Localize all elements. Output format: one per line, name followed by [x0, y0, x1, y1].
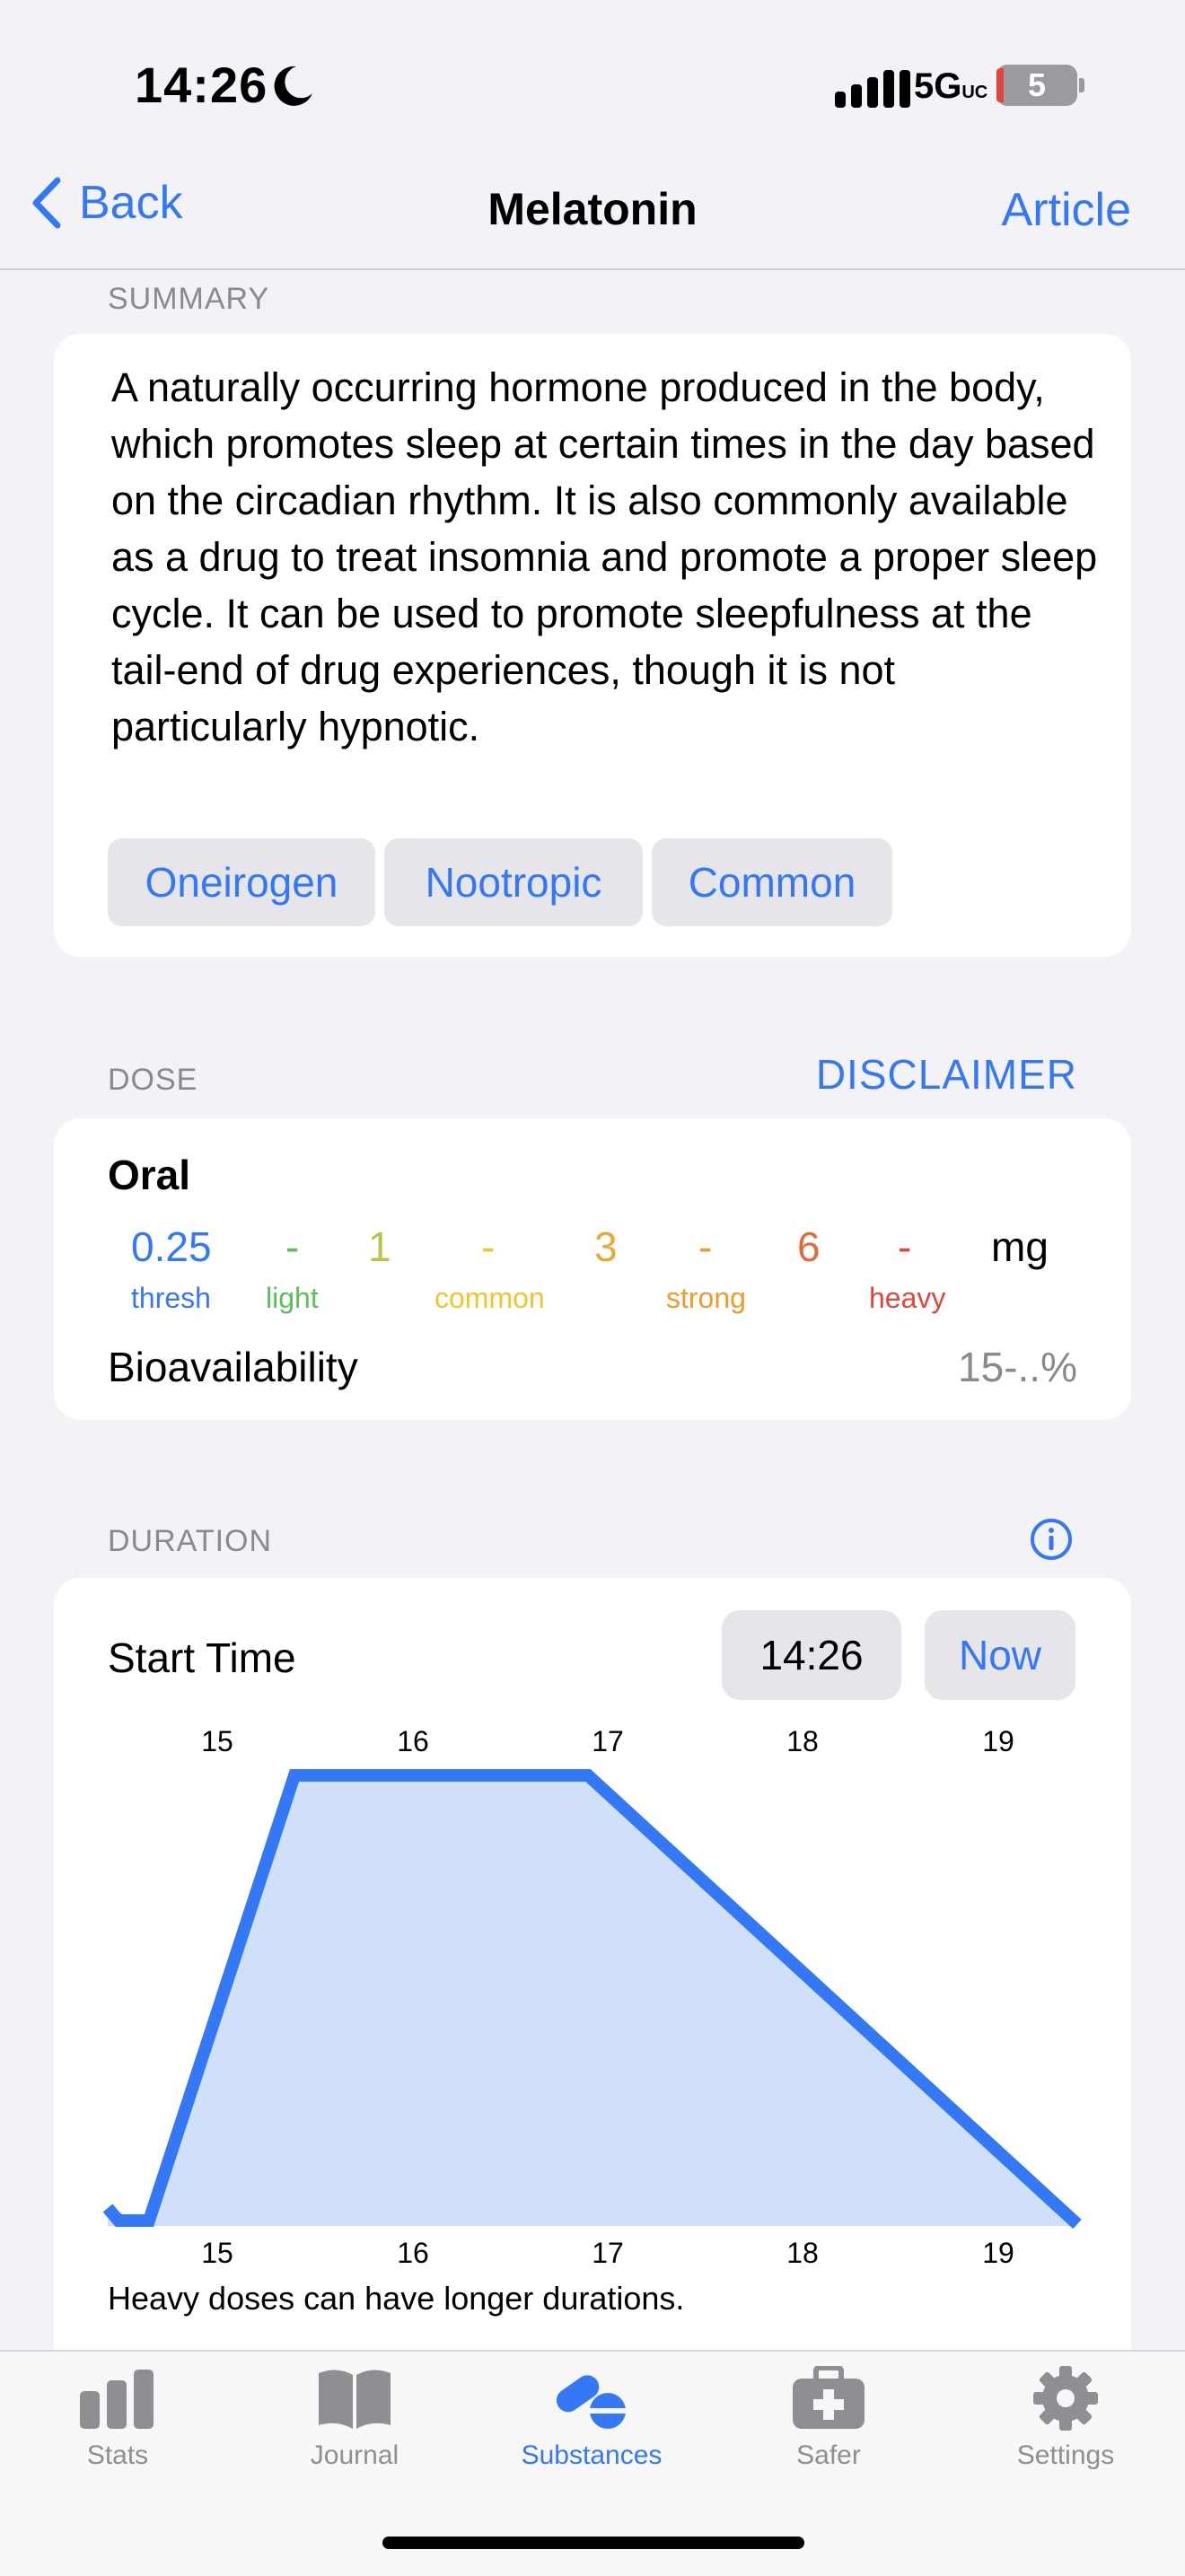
battery-nub: [1079, 78, 1084, 92]
start-time-picker[interactable]: 14:26: [722, 1610, 901, 1700]
moon-icon: [274, 66, 312, 106]
dose-light-value: 1: [368, 1223, 391, 1270]
now-button[interactable]: Now: [925, 1610, 1075, 1700]
tab-substances[interactable]: Substances: [484, 2366, 699, 2471]
dose-separator: -: [285, 1223, 300, 1270]
tab-label: Journal: [310, 2440, 399, 2470]
nav-divider: [0, 268, 1185, 270]
dose-strong-value: 6: [797, 1223, 821, 1270]
gear-icon: [1033, 2366, 1098, 2431]
dose-unit: mg: [991, 1223, 1049, 1270]
tab-journal[interactable]: Journal: [247, 2366, 462, 2471]
duration-timeline-graph: [102, 1769, 1082, 2230]
duration-note: Heavy doses can have longer durations.: [108, 2280, 685, 2317]
tab-label: Settings: [1016, 2440, 1115, 2470]
hour-tick-bottom: 17: [592, 2237, 624, 2269]
duration-area: [108, 1775, 1077, 2226]
first-aid-kit-icon: [793, 2365, 865, 2429]
summary-text: A naturally occurring hormone produced i…: [111, 364, 1098, 749]
dose-thresh-value: 0.25: [131, 1223, 212, 1270]
dose-label-thresh: thresh: [131, 1282, 211, 1314]
start-time-label: Start Time: [108, 1634, 296, 1681]
bioavailability-label: Bioavailability: [108, 1344, 358, 1390]
tag-oneirogen[interactable]: Oneirogen: [108, 838, 375, 926]
article-button[interactable]: Article: [1002, 183, 1131, 237]
dose-header: DOSE: [108, 1063, 198, 1097]
battery-level-indicator: [996, 68, 1004, 102]
dose-separator: -: [698, 1223, 713, 1270]
hour-tick-bottom: 19: [982, 2237, 1014, 2269]
status-time: 14:26: [135, 57, 268, 113]
dose-label-strong: strong: [666, 1282, 746, 1314]
hour-tick-top: 15: [201, 1725, 233, 1757]
dose-label-light: light: [266, 1282, 319, 1314]
dose-label-common: common: [434, 1282, 545, 1314]
dose-label-heavy: heavy: [869, 1282, 946, 1314]
tab-label: Safer: [796, 2440, 861, 2470]
chart-bars-icon: [80, 2370, 154, 2429]
hour-tick-bottom: 18: [786, 2237, 819, 2269]
hour-tick-top: 16: [397, 1725, 429, 1757]
duration-header: DURATION: [108, 1524, 273, 1558]
tab-label: Substances: [521, 2440, 663, 2470]
hour-tick-top: 19: [982, 1725, 1014, 1757]
route-label: Oral: [108, 1152, 191, 1198]
dose-separator: -: [481, 1223, 496, 1270]
tab-settings[interactable]: Settings: [958, 2366, 1173, 2471]
tag-common[interactable]: Common: [652, 838, 892, 926]
hour-tick-bottom: 15: [201, 2237, 233, 2269]
dose-separator: -: [898, 1223, 912, 1270]
hour-tick-bottom: 16: [397, 2237, 429, 2269]
bioavailability-value: 15-..%: [958, 1344, 1077, 1390]
network-label: 5GUC: [914, 66, 988, 106]
pills-icon: [556, 2375, 626, 2429]
home-indicator: [382, 2537, 804, 2549]
book-icon: [319, 2370, 391, 2429]
tag-nootropic[interactable]: Nootropic: [384, 838, 643, 926]
dose-common-value: 3: [594, 1223, 618, 1270]
signal-icon: [835, 70, 910, 108]
hour-tick-top: 17: [592, 1725, 624, 1757]
disclaimer-button[interactable]: DISCLAIMER: [816, 1050, 1077, 1099]
battery-icon: 5: [996, 65, 1077, 106]
info-icon[interactable]: [1029, 1517, 1074, 1562]
summary-header: SUMMARY: [108, 282, 270, 316]
hour-tick-top: 18: [786, 1725, 819, 1757]
tab-stats[interactable]: Stats: [10, 2366, 225, 2471]
tab-label: Stats: [86, 2440, 149, 2470]
tab-safer[interactable]: Safer: [721, 2365, 936, 2471]
